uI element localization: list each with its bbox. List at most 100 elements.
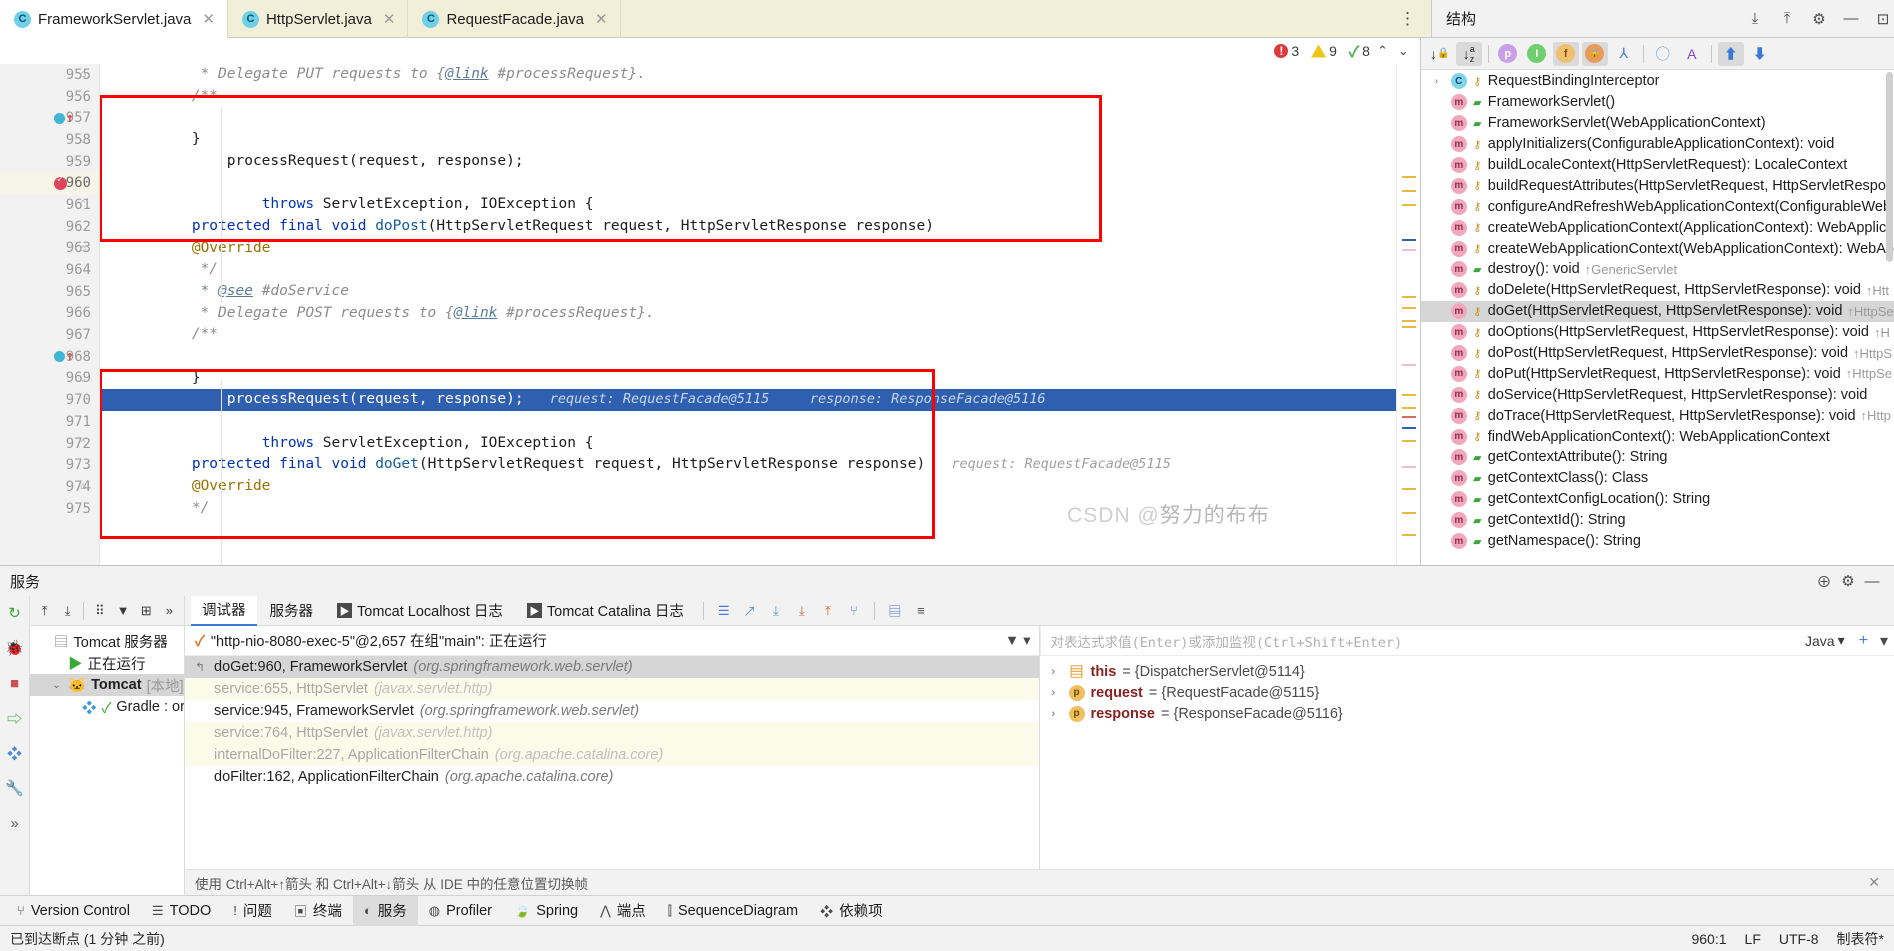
add-service-icon[interactable]: ⊞ — [136, 600, 157, 622]
structure-item[interactable]: m ⚷ doDelete(HttpServletRequest, HttpServl… — [1421, 280, 1894, 301]
code-line-975[interactable]: * Delegate PUT requests to {@link #proce… — [100, 64, 1396, 86]
structure-item[interactable]: m ▰ getContextId(): String — [1421, 510, 1894, 531]
gutter-line-964[interactable]: 964 — [0, 259, 99, 281]
services-tree-node[interactable]: ▤ Tomcat 服务器 — [30, 630, 184, 652]
show-properties-icon[interactable]: p — [1495, 42, 1521, 66]
add-watch-icon[interactable]: + — [1853, 632, 1874, 650]
services-tree-node[interactable]: ⌄ 🐱 Tomcat [本地] — [30, 674, 184, 696]
minimize-icon[interactable]: — — [1860, 570, 1884, 592]
structure-item[interactable]: m ▰ getContextClass(): Class — [1421, 468, 1894, 489]
code-line-958[interactable]: throws ServletException, IOException { — [100, 433, 1396, 455]
editor-tab-requestfacade[interactable]: C RequestFacade.java ✕ — [408, 0, 621, 38]
scroll-from-source-icon[interactable]: ⬆ — [1717, 41, 1744, 66]
settings-button[interactable]: 🔧 — [4, 777, 26, 799]
structure-item[interactable]: m ▰ FrameworkServlet(WebApplicationContext… — [1421, 113, 1894, 134]
tool-window-button-sequencediagram[interactable]: ⫿ SequenceDiagram — [657, 896, 809, 926]
expand-arrow-icon[interactable]: › — [1052, 708, 1063, 720]
gutter-line-957[interactable]: ↑ 957 — [0, 107, 99, 129]
fold-marker-icon[interactable]: ⌄ — [80, 134, 86, 145]
editor-tab-frameworkservlet[interactable]: C FrameworkServlet.java ✕ — [0, 0, 228, 38]
fold-marker-icon[interactable]: ⌂ — [80, 481, 86, 492]
gutter-line-969[interactable]: ⌄ 969 — [0, 368, 99, 390]
tool-window-button--[interactable]: ! 问题 — [222, 896, 283, 926]
tool-window-button-profiler[interactable]: ◍ Profiler — [418, 896, 503, 926]
code-line-970[interactable] — [100, 172, 1396, 194]
expand-arrow-icon[interactable]: › — [1435, 76, 1446, 87]
structure-item[interactable]: m ⚷ doService(HttpServletRequest, HttpServ… — [1421, 384, 1894, 405]
error-stripe-mark[interactable] — [1401, 427, 1416, 429]
error-count-group[interactable]: ! 3 — [1274, 43, 1299, 59]
services-tree-node[interactable]: ▶ 正在运行 — [30, 652, 184, 674]
code-line-971[interactable]: processRequest(request, response); — [100, 151, 1396, 173]
gutter-line-966[interactable]: 966 — [0, 303, 99, 325]
structure-item[interactable]: m ▰ destroy(): void ↑GenericServlet — [1421, 259, 1894, 280]
gutter-line-968[interactable]: ↑ 968 — [0, 346, 99, 368]
frames-filter-icon[interactable]: ▼ — [1005, 633, 1019, 649]
expand-all-icon[interactable]: ⤒ — [34, 600, 55, 622]
code-line-956[interactable]: @Override — [100, 476, 1396, 498]
gutter-line-963[interactable]: ⌂ 963 — [0, 238, 99, 260]
error-stripe-mark[interactable] — [1401, 512, 1416, 514]
structure-item[interactable]: m ⚷ buildLocaleContext(HttpServletRequest)… — [1421, 155, 1894, 176]
evaluate-expression-input[interactable]: 对表达式求值(Enter)或添加监视(Ctrl+Shift+Enter) — [1039, 625, 1798, 656]
stack-frame[interactable]: service:764, HttpServlet (javax.servlet.… — [185, 722, 1039, 744]
tool-window-button-todo[interactable]: ☰ TODO — [141, 896, 222, 926]
close-icon[interactable]: ✕ — [595, 10, 608, 28]
structure-item[interactable]: m ⚷ createWebApplicationContext(WebApplica… — [1421, 238, 1894, 259]
gutter-line-959[interactable]: 959 — [0, 151, 99, 173]
thread-selector[interactable]: ✓ "http-nio-8080-exec-5"@2,657 在组"main":… — [185, 626, 1039, 656]
tool-window-button--[interactable]: ⋀ 端点 — [589, 896, 657, 926]
sort-alphabetically-icon[interactable]: ↓ a z — [1455, 41, 1482, 66]
group-icon[interactable]: ⠿ — [89, 600, 110, 622]
check-count-group[interactable]: ✓ 8 — [1349, 41, 1370, 62]
gutter-line-975[interactable]: 975 — [0, 498, 99, 520]
code-line-972[interactable]: } — [100, 129, 1396, 151]
language-selector[interactable]: Java ▾ — [1797, 632, 1853, 649]
gutter-line-971[interactable]: 971 — [0, 411, 99, 433]
error-stripe-mark[interactable] — [1401, 326, 1416, 328]
collapse-all-icon[interactable]: ⤓ — [57, 600, 78, 622]
gutter-line-974[interactable]: ⌂ 974 — [0, 476, 99, 498]
stack-frame[interactable]: internalDoFilter:227, ApplicationFilterC… — [185, 744, 1039, 766]
tool-window-button-spring[interactable]: 🍃 Spring — [503, 896, 589, 926]
error-stripe-mark[interactable] — [1401, 190, 1416, 192]
layout-icon[interactable]: ▤ — [883, 600, 907, 622]
console-view-icon[interactable]: ☰ — [712, 600, 736, 622]
breakpoint-icon[interactable]: ↑ — [54, 112, 74, 125]
error-stripe-mark[interactable] — [1401, 307, 1416, 309]
scroll-down-icon[interactable]: ⤓ — [764, 600, 788, 622]
more-icon[interactable]: » — [159, 600, 180, 622]
stack-frame[interactable]: ↰ doGet:960, FrameworkServlet (org.spring… — [185, 656, 1039, 678]
structure-item[interactable]: m ▰ getContextConfigLocation(): String — [1421, 489, 1894, 510]
structure-item[interactable]: m ⚷ doOptions(HttpServletRequest, HttpServ… — [1421, 322, 1894, 343]
error-stripe-mark[interactable] — [1401, 488, 1416, 490]
error-stripe-mark[interactable] — [1401, 466, 1416, 468]
stack-frame[interactable]: service:655, HttpServlet (javax.servlet.… — [185, 678, 1039, 700]
tool-window-button-version-control[interactable]: ⑂ Version Control — [6, 896, 141, 926]
variables-tree[interactable]: › ▤ this = {DispatcherServlet@5114} › p reque… — [1040, 656, 1894, 869]
autoscroll-from-source-icon[interactable]: A — [1679, 42, 1705, 66]
structure-item[interactable]: m ⚷ doGet(HttpServletRequest, HttpServletR… — [1420, 300, 1894, 322]
breakpoint-hit-icon[interactable] — [54, 174, 67, 190]
code-line-965[interactable]: * @see #doService — [100, 281, 1396, 303]
code-line-962[interactable] — [100, 346, 1396, 368]
next-problem-icon[interactable]: ⌄ — [1395, 43, 1412, 59]
error-stripe-mark[interactable] — [1401, 440, 1416, 442]
tab-debugger[interactable]: 调试器 — [191, 595, 257, 626]
scroll-to-source-icon[interactable]: ⬇ — [1747, 42, 1773, 66]
code-line-973[interactable] — [100, 107, 1396, 129]
tab-tomcat-localhost-log[interactable]: ▶ Tomcat Localhost 日志 — [326, 596, 514, 626]
structure-item[interactable]: m ⚷ applyInitializers(ConfigurableApplicat… — [1421, 134, 1894, 155]
structure-item[interactable]: m ▰ getNamespace(): String — [1421, 531, 1894, 552]
gutter-line-965[interactable]: 965 — [0, 281, 99, 303]
resume-program-button[interactable]: ⇨ — [4, 707, 26, 729]
error-stripe-mark[interactable] — [1401, 364, 1416, 366]
more-button[interactable]: » — [4, 812, 26, 834]
code-line-968[interactable]: protected final void doPost(HttpServletR… — [100, 216, 1396, 238]
upload-icon[interactable]: ⤒ — [816, 600, 840, 622]
editor-code-area[interactable]: * Delegate PUT requests to {@link #proce… — [100, 64, 1396, 565]
fold-marker-icon[interactable]: ⌂ — [80, 243, 86, 254]
gear-icon[interactable]: ⚙ — [1808, 8, 1830, 30]
group-methods-icon[interactable]: ⅄ — [1611, 42, 1637, 66]
structure-item[interactable]: › C ⚷ RequestBindingInterceptor — [1421, 71, 1894, 92]
